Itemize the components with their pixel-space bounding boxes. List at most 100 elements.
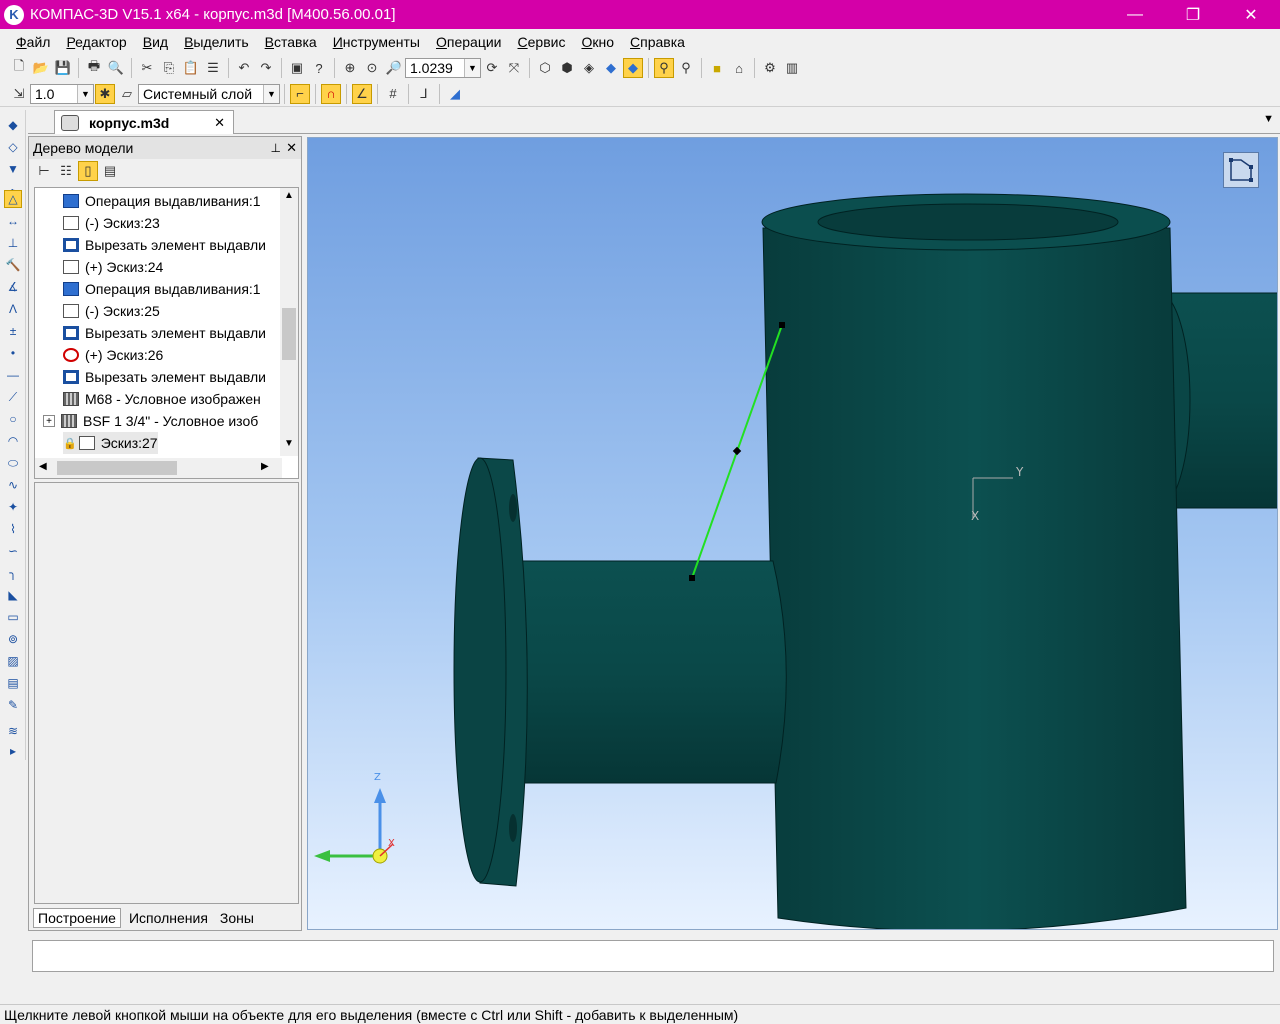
circle-icon[interactable]: ○ <box>4 410 22 428</box>
part-icon[interactable]: ⌂ <box>729 58 749 78</box>
save-icon[interactable]: 💾 <box>53 58 73 78</box>
polyline-icon[interactable]: ⌇ <box>4 520 22 538</box>
tree-item[interactable]: 🔒 Эскиз:27 <box>63 432 158 454</box>
hammer-icon[interactable]: 🔨 <box>4 256 22 274</box>
diagnostics-icon[interactable]: ⊥ <box>4 234 22 252</box>
dimensions-icon[interactable]: ↔ <box>4 212 22 230</box>
round-icon[interactable]: ⅃ <box>414 84 434 104</box>
tree-item[interactable]: (-) Эскиз:25 <box>63 300 160 322</box>
spline-icon[interactable]: ∿ <box>4 476 22 494</box>
step-combo[interactable]: 1.0 ▼ <box>30 83 94 104</box>
sheet-metal-icon[interactable]: ∡ <box>4 278 22 296</box>
tree-item[interactable]: Вырезать элемент выдавли <box>63 366 266 388</box>
menu-help[interactable]: Справка <box>622 34 693 50</box>
spatial-curves-icon[interactable]: ◇ <box>4 138 22 156</box>
property-field[interactable] <box>32 940 1274 972</box>
menu-file[interactable]: Файл <box>8 34 58 50</box>
menu-operations[interactable]: Операции <box>428 34 510 50</box>
layer-combo[interactable]: Системный слой ▼ <box>138 83 280 104</box>
tree-item[interactable]: Операция выдавливания:1 <box>63 190 261 212</box>
tree-horizontal-scrollbar[interactable]: ◀ ▶ <box>35 458 282 478</box>
paste-icon[interactable]: 📋 <box>181 58 201 78</box>
cut-icon[interactable]: ✂ <box>137 58 157 78</box>
rotate-icon[interactable]: ⟳ <box>482 58 502 78</box>
open-icon[interactable]: 📂 <box>31 58 51 78</box>
expand-arrow-icon[interactable]: ▸ <box>4 742 22 760</box>
fillet-icon[interactable]: ╮ <box>4 564 22 582</box>
close-panel-icon[interactable]: ✕ <box>286 140 297 156</box>
cube-yellow-icon[interactable]: ■ <box>707 58 727 78</box>
step-icon[interactable]: ⇲ <box>9 84 29 104</box>
minimize-button[interactable]: — <box>1106 0 1164 29</box>
new-document-icon[interactable]: 🗋 <box>9 58 29 78</box>
shaded-edges-icon[interactable]: ◆ <box>623 58 643 78</box>
arc-icon[interactable]: Λ <box>4 300 22 318</box>
close-tab-icon[interactable]: ✕ <box>214 115 225 131</box>
ruler-icon[interactable]: ▥ <box>782 58 802 78</box>
tree-item[interactable]: + BSF 1 3/4" - Условное изоб <box>43 410 258 432</box>
rectangle-icon[interactable]: ▭ <box>4 608 22 626</box>
tree-item[interactable]: Вырезать элемент выдавли <box>63 234 266 256</box>
zoom-all-icon[interactable]: ⊙ <box>362 58 382 78</box>
halftone-icon[interactable]: ◈ <box>579 58 599 78</box>
tab-korpus[interactable]: корпус.m3d ✕ <box>54 110 234 134</box>
tabs-menu-icon[interactable]: ▼ <box>1263 113 1274 125</box>
menu-edit[interactable]: Редактор <box>58 34 134 50</box>
surfaces-icon[interactable]: ▼ <box>4 160 22 178</box>
tree-item[interactable]: Вырезать элемент выдавли <box>63 322 266 344</box>
magnet-icon[interactable]: ∩ <box>321 83 341 104</box>
local-cs-icon[interactable]: ⌐ <box>290 83 310 104</box>
ellipse-icon[interactable]: ⬭ <box>4 454 22 472</box>
plane-icon[interactable]: ◢ <box>445 84 465 104</box>
copy-icon[interactable]: ⎘ <box>159 58 179 78</box>
menu-select[interactable]: Выделить <box>176 34 257 50</box>
menu-window[interactable]: Окно <box>573 34 622 50</box>
plus-minus-icon[interactable]: ± <box>4 322 22 340</box>
wireframe-icon[interactable]: ⬡ <box>535 58 555 78</box>
tree-item[interactable]: (-) Эскиз:23 <box>63 212 160 234</box>
star-icon[interactable]: ✦ <box>4 498 22 516</box>
tab-build[interactable]: Построение <box>33 908 121 928</box>
tree-list-icon[interactable]: ▤ <box>100 161 120 181</box>
preview-icon[interactable]: 🔍 <box>106 58 126 78</box>
point-icon[interactable]: • <box>4 344 22 362</box>
filter-icon[interactable]: ⚲ <box>654 58 674 78</box>
tree-structure-icon[interactable]: ⊢ <box>34 161 54 181</box>
model-3d-view[interactable]: Y X Z X <box>308 138 1278 930</box>
layers-icon[interactable]: ≋ <box>4 722 22 740</box>
chevron-down-icon[interactable]: ▼ <box>464 59 480 77</box>
close-button[interactable]: ✕ <box>1222 0 1280 29</box>
expand-icon[interactable]: + <box>43 415 55 427</box>
chamfer-icon[interactable]: ◣ <box>4 586 22 604</box>
menu-tools[interactable]: Инструменты <box>325 34 428 50</box>
edit-details-icon[interactable]: ◆ <box>4 116 22 134</box>
copy-geometry-icon[interactable]: ▤ <box>4 674 22 692</box>
line-icon[interactable]: — <box>4 366 22 384</box>
shaded-icon[interactable]: ◆ <box>601 58 621 78</box>
tree-item[interactable]: (+) Эскиз:24 <box>63 256 163 278</box>
tree-item[interactable]: Операция выдавливания:1 <box>63 278 261 300</box>
print-icon[interactable]: 🖶 <box>84 58 104 78</box>
menu-view[interactable]: Вид <box>135 34 176 50</box>
zoom-window-icon[interactable]: ⊕ <box>340 58 360 78</box>
orientation-icon[interactable]: ⤧ <box>504 58 524 78</box>
library-icon[interactable]: ⚙ <box>760 58 780 78</box>
snap-icon[interactable]: ✱ <box>95 83 115 104</box>
tree-view-icon[interactable]: ☷ <box>56 161 76 181</box>
pin-icon[interactable]: ⊥ <box>271 141 281 155</box>
chevron-down-icon[interactable]: ▼ <box>77 84 93 103</box>
filter2-icon[interactable]: ⚲ <box>676 58 696 78</box>
zoom-combo[interactable]: 1.0239 ▼ <box>405 58 481 78</box>
tab-versions[interactable]: Исполнения <box>125 908 212 928</box>
tab-zones[interactable]: Зоны <box>216 908 258 928</box>
tree-item[interactable]: (+) Эскиз:26 <box>63 344 163 366</box>
redo-icon[interactable]: ↷ <box>256 58 276 78</box>
hatch-icon[interactable]: ▨ <box>4 652 22 670</box>
help-pointer-icon[interactable]: ? <box>309 58 329 78</box>
tree-vertical-scrollbar[interactable]: ▲ ▼ <box>280 188 298 456</box>
zoom-icon[interactable]: 🔎 <box>384 58 404 78</box>
tree-item[interactable]: M68 - Условное изображен <box>63 388 261 410</box>
menu-insert[interactable]: Вставка <box>257 34 325 50</box>
menu-service[interactable]: Сервис <box>510 34 574 50</box>
auxiliary-geometry-icon[interactable]: △ <box>4 190 22 208</box>
